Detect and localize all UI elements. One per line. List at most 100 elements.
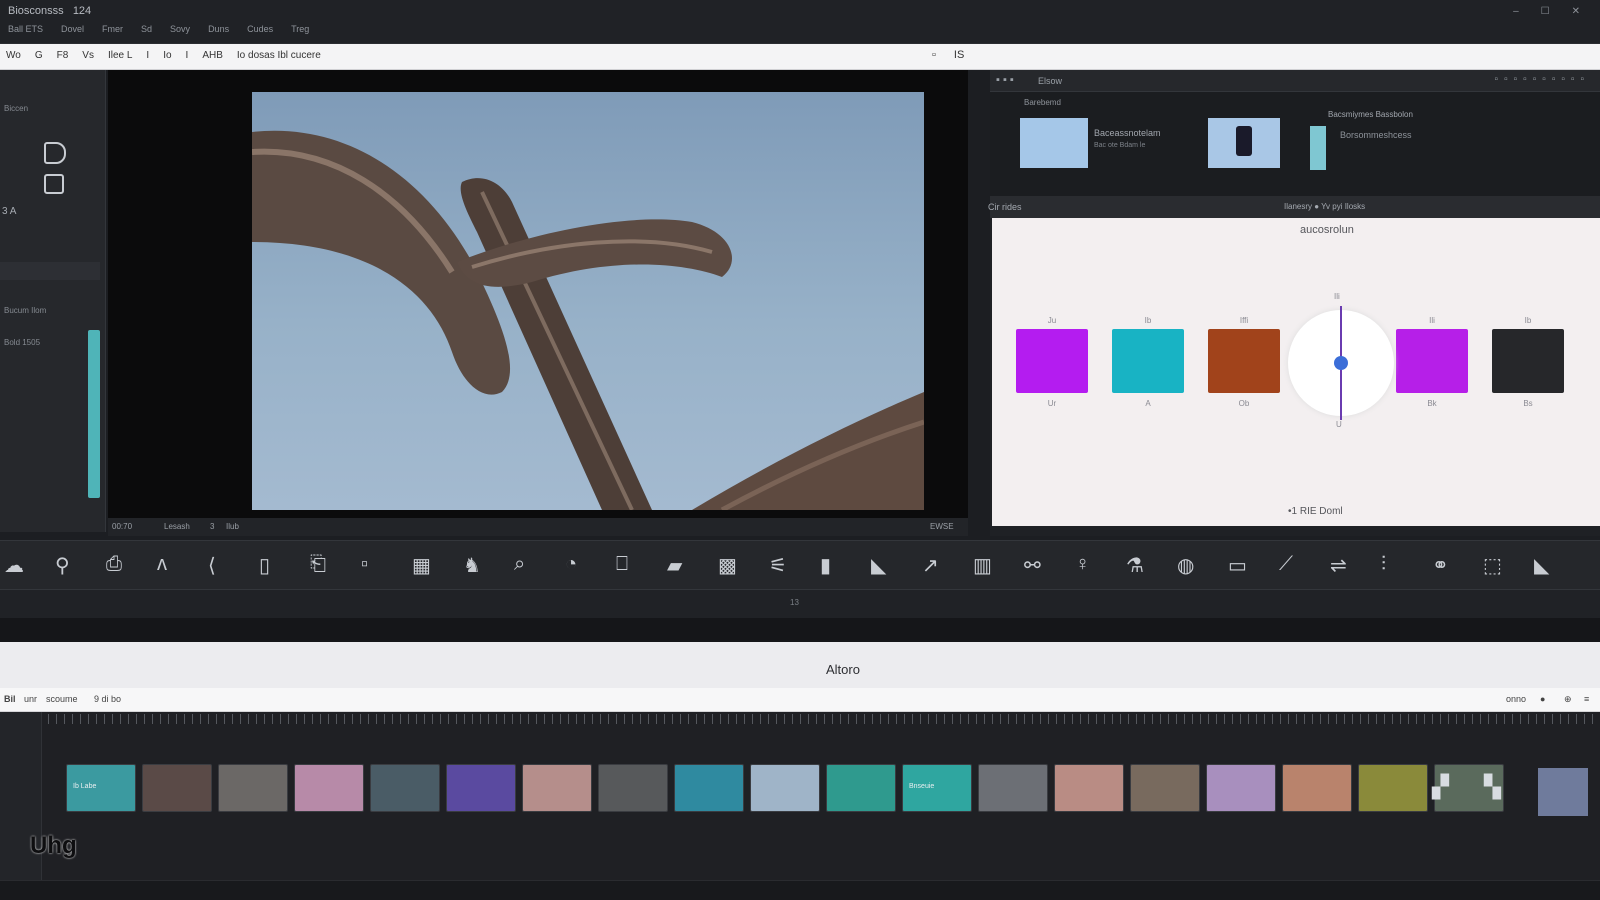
toolbar-button[interactable]: Vs [82, 50, 94, 61]
timeline-clip[interactable] [978, 764, 1048, 812]
panel-toggle-icon[interactable]: ▫ [932, 49, 936, 61]
clip-icon[interactable] [44, 142, 66, 164]
effect-tool-icon[interactable]: ▦ [412, 553, 431, 578]
timeline-clip[interactable] [826, 764, 896, 812]
effect-tool-icon[interactable]: ⚲ [55, 553, 70, 578]
effect-tool-icon[interactable]: ◍ [1177, 553, 1194, 578]
loose-clip-icon[interactable]: ▞ [1432, 774, 1449, 800]
timeline-clip[interactable] [142, 764, 212, 812]
media-thumbnail[interactable] [1310, 126, 1326, 170]
media-thumbnail[interactable] [1208, 118, 1280, 168]
timeline-clip[interactable] [1206, 764, 1276, 812]
effects-options[interactable]: Ilanesry ● Yv pyi Ilosks [1284, 202, 1365, 211]
add-icon[interactable]: ⊕ [1564, 694, 1572, 705]
toolbar-button[interactable]: G [35, 50, 43, 61]
maximize-button[interactable]: ☐ [1541, 6, 1550, 17]
frame-icon[interactable] [44, 174, 64, 194]
effect-tool-icon[interactable]: ⚭ [1432, 553, 1449, 578]
effect-tool-icon[interactable]: ⬚ [1483, 553, 1502, 578]
effect-tool-icon[interactable]: ⎗ [310, 553, 326, 576]
menu-item[interactable]: Ball ETS [8, 24, 43, 34]
color-swatch[interactable] [1396, 329, 1468, 393]
layout-icon[interactable]: IS [954, 49, 964, 61]
effect-tool-icon[interactable]: ▫ [361, 553, 368, 576]
timeline-clip[interactable]: Ib Labe [66, 764, 136, 812]
panel-tab-icons[interactable]: ▪ ▪ ▪ [996, 74, 1014, 86]
effect-tool-icon[interactable]: ⟋ [1279, 553, 1293, 576]
timeline-tab[interactable]: scoume [46, 694, 78, 704]
loose-clip[interactable] [1538, 768, 1588, 816]
media-thumbnail[interactable] [1020, 118, 1088, 168]
toolbar-button[interactable]: Io [163, 50, 171, 61]
color-swatch[interactable] [1016, 329, 1088, 393]
minimize-button[interactable]: – [1513, 6, 1519, 17]
effect-tool-icon[interactable]: ⇌ [1330, 553, 1347, 578]
toolbar-button[interactable]: Wo [6, 50, 21, 61]
color-swatch[interactable] [1492, 329, 1564, 393]
timeline-clip[interactable] [750, 764, 820, 812]
timeline-clip[interactable]: Bnseuie [902, 764, 972, 812]
menu-item[interactable]: Fmer [102, 24, 123, 34]
toolbar-button[interactable]: AHB [202, 50, 223, 61]
viewer-mode[interactable]: Ilub [226, 522, 239, 531]
timeline-clip[interactable] [522, 764, 592, 812]
effect-tool-icon[interactable]: ◣ [1534, 553, 1549, 578]
effect-tool-icon[interactable]: ▰ [667, 553, 682, 578]
panel-toolbar-icons[interactable]: ▫▫▫▫▫▫▫▫▫▫ [1495, 74, 1590, 85]
effect-tool-icon[interactable]: ⌕ [514, 553, 525, 576]
effect-tool-icon[interactable]: ▭ [1228, 553, 1247, 578]
effect-tool-icon[interactable]: ⫶ [1381, 553, 1386, 576]
effect-tool-icon[interactable]: ⚗ [1126, 553, 1144, 578]
effect-tool-icon[interactable]: ↗ [922, 553, 939, 578]
menu-item[interactable]: Treg [291, 24, 309, 34]
effect-tool-icon[interactable]: ▩ [718, 553, 737, 578]
effect-tool-icon[interactable]: ▥ [973, 553, 992, 578]
color-swatch[interactable] [1208, 329, 1280, 393]
effect-tool-icon[interactable]: ♀ [1075, 553, 1090, 576]
menu-item[interactable]: Sd [141, 24, 152, 34]
effect-tool-icon[interactable]: ⟨ [208, 553, 216, 578]
close-button[interactable]: ✕ [1572, 6, 1580, 17]
effect-tool-icon[interactable]: ᴧ [157, 553, 167, 576]
timeline-tab[interactable]: unr [24, 694, 37, 704]
toolbar-button[interactable]: I [146, 50, 149, 61]
timeline-clip[interactable] [294, 764, 364, 812]
effect-tool-icon[interactable]: ⎕ [616, 553, 628, 576]
effect-tool-icon[interactable]: ▯ [259, 553, 270, 578]
timeline-clip[interactable] [446, 764, 516, 812]
effects-tab[interactable]: Cir rides [988, 202, 1022, 212]
toolbar-button[interactable]: I [186, 50, 189, 61]
record-icon[interactable]: ● [1540, 694, 1545, 704]
panel-divider[interactable] [0, 618, 1600, 642]
left-panel-row[interactable] [0, 262, 100, 280]
timeline-clip[interactable] [1054, 764, 1124, 812]
timeline-clip[interactable] [674, 764, 744, 812]
timeline-clip[interactable] [370, 764, 440, 812]
effect-tool-icon[interactable]: ⎙ [106, 553, 122, 576]
menu-item[interactable]: Cudes [247, 24, 273, 34]
color-swatch[interactable] [1112, 329, 1184, 393]
loose-clip-icon[interactable]: ▚ [1484, 774, 1501, 800]
effect-tool-icon[interactable]: ◔ [565, 553, 577, 576]
effect-tool-icon[interactable]: ⚯ [1024, 553, 1041, 578]
effect-tool-icon[interactable]: ☁ [4, 553, 24, 578]
timeline-option[interactable]: onno [1506, 694, 1526, 704]
effect-tool-icon[interactable]: ▮ [820, 553, 831, 578]
timeline-tab[interactable]: Bil [4, 694, 16, 704]
menu-item[interactable]: Sovy [170, 24, 190, 34]
timeline-clip[interactable] [1358, 764, 1428, 812]
timeline[interactable]: Ib Labe Bnseuie ▞ ▚ [0, 712, 1600, 880]
timeline-clip[interactable] [1282, 764, 1352, 812]
effect-tool-icon[interactable]: ⚟ [769, 553, 787, 578]
menu-icon[interactable]: ≡ [1584, 694, 1589, 704]
toolbar-button[interactable]: Ilee L [108, 50, 132, 61]
timeline-clip[interactable] [1130, 764, 1200, 812]
timeline-tab[interactable]: 9 di bo [94, 694, 121, 704]
effect-tool-icon[interactable]: ♞ [463, 553, 481, 578]
menu-item[interactable]: Dovel [61, 24, 84, 34]
effect-tool-icon[interactable]: ◣ [871, 553, 886, 578]
timeline-clip[interactable] [598, 764, 668, 812]
timeline-clip[interactable] [218, 764, 288, 812]
video-viewer[interactable] [108, 70, 968, 518]
menu-item[interactable]: Duns [208, 24, 229, 34]
